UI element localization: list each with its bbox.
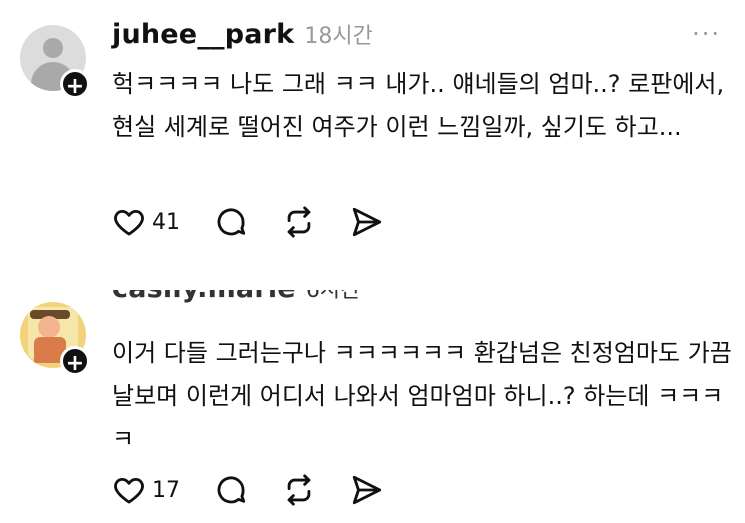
avatar[interactable]: + [20,302,90,376]
repost-icon [287,206,311,238]
avatar[interactable]: + [20,25,90,99]
comment-header: casiiy.marie 6시간 [112,290,360,304]
action-bar: 41 [112,205,418,239]
timestamp: 6시간 [305,290,361,303]
repost-icon [287,474,311,506]
share-icon [352,207,382,237]
reply-button[interactable] [214,473,248,507]
reply-icon [217,476,246,504]
like-button[interactable]: 41 [112,205,180,239]
comment-header: juhee__park 18시간 [112,18,373,50]
share-button[interactable] [350,205,384,239]
reply-icon [217,208,246,236]
share-icon [352,475,382,505]
repost-button[interactable] [282,473,316,507]
follow-button[interactable]: + [60,346,90,376]
follow-button[interactable]: + [60,69,90,99]
action-bar: 17 [112,473,418,507]
like-count: 41 [152,209,180,235]
comment-item: + juhee__park 18시간 ··· 헉ㅋㅋㅋㅋ 나도 그래 ㅋㅋ 내가… [0,0,745,270]
comment-text: 이거 다들 그러는구나 ㅋㅋㅋㅋㅋㅋ 환갑넘은 친정엄마도 가끔 날보며 이런게… [112,339,732,453]
heart-icon [114,477,144,504]
reply-button[interactable] [214,205,248,239]
share-button[interactable] [350,473,384,507]
like-button[interactable]: 17 [112,473,180,507]
heart-icon [114,209,144,236]
more-icon[interactable]: ··· [692,20,721,48]
comment-text: 헉ㅋㅋㅋㅋ 나도 그래 ㅋㅋ 내가.. 얘네들의 엄마..? 로판에서, 현실 … [112,70,725,141]
comment-item: + casiiy.marie 6시간 이거 다들 그러는구나 ㅋㅋㅋㅋㅋㅋ 환갑… [0,290,745,523]
like-count: 17 [152,477,180,503]
repost-button[interactable] [282,205,316,239]
timestamp: 18시간 [304,24,373,49]
username[interactable]: juhee__park [112,19,294,50]
username[interactable]: casiiy.marie [112,290,296,304]
